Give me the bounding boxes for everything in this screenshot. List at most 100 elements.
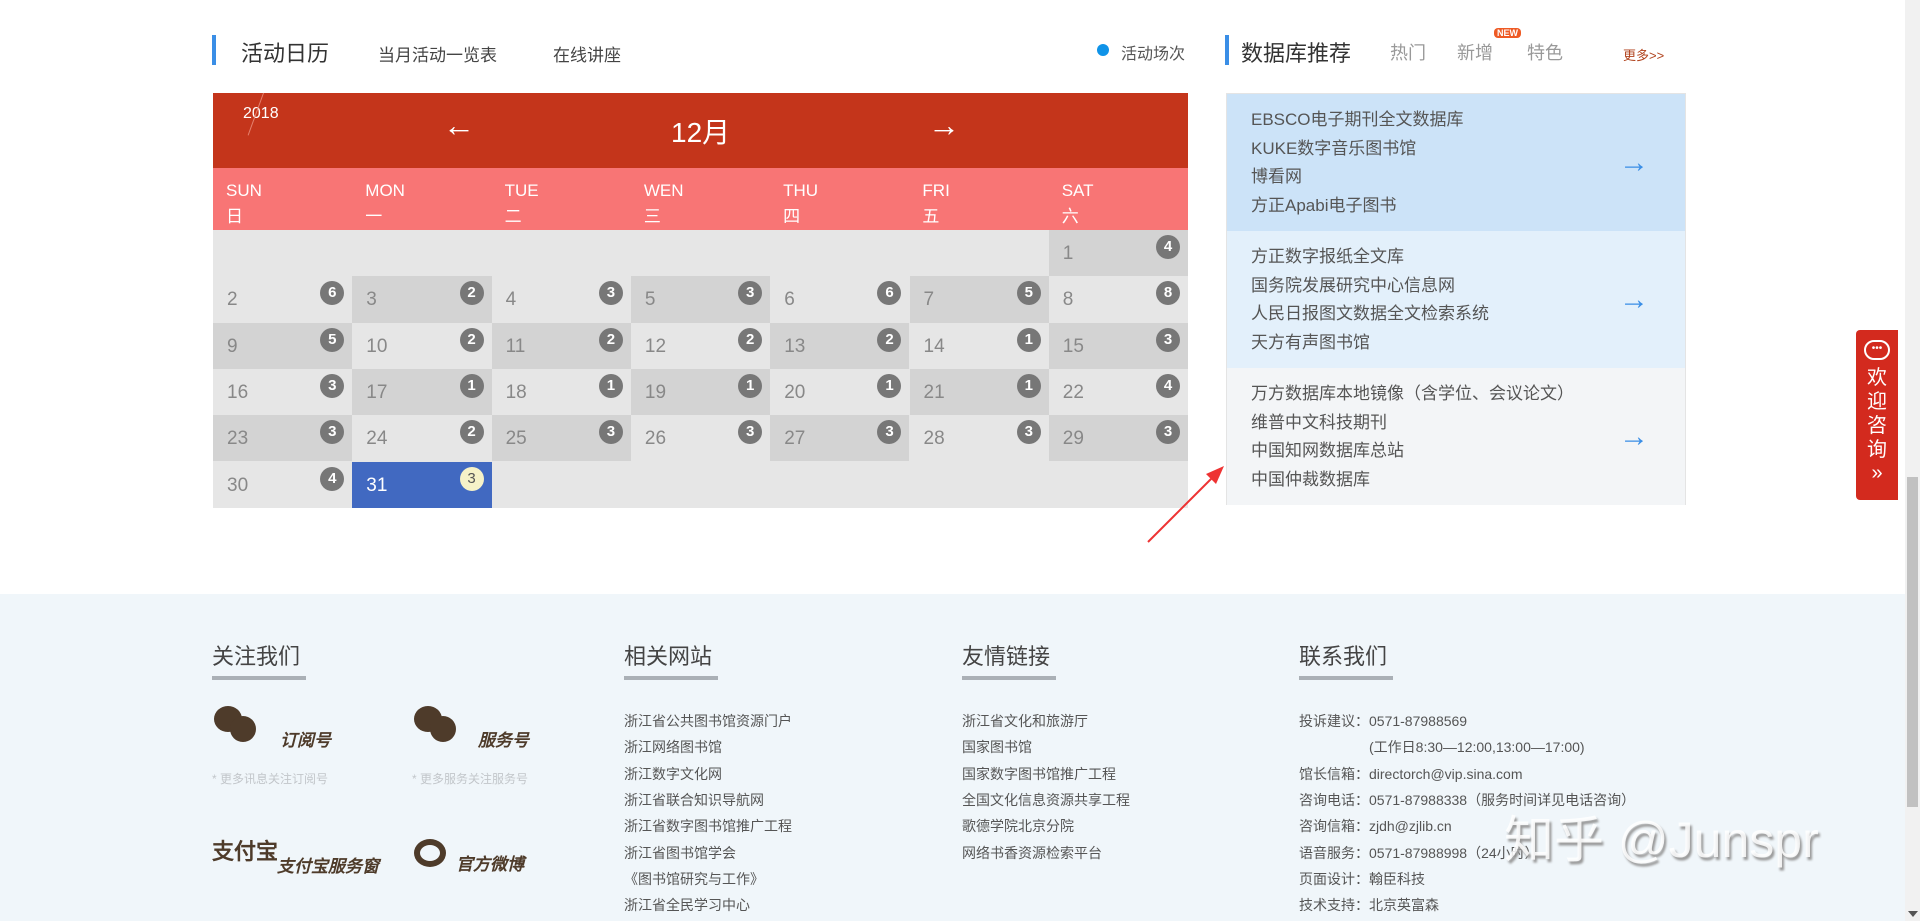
calendar-day[interactable]: 19 1 xyxy=(630,368,771,416)
calendar-day[interactable]: 75 xyxy=(909,276,1049,323)
arrow-right-icon[interactable]: → xyxy=(1619,420,1649,454)
tab-online-lectures[interactable]: 在线讲座 xyxy=(553,41,621,66)
weekday-en: FRI xyxy=(922,181,950,200)
calendar-day[interactable]: 14 xyxy=(1048,230,1189,277)
footer-link[interactable]: 浙江数字文化网 xyxy=(624,761,722,787)
calendar-day[interactable]: 32 xyxy=(352,276,492,323)
event-count-badge: 2 xyxy=(738,327,763,352)
day-number: 13 xyxy=(784,335,806,357)
calendar-year: 2018 xyxy=(243,105,279,122)
footer-link[interactable]: 浙江省联合知识导航网 xyxy=(624,787,764,813)
calendar-day[interactable]: 20 1 xyxy=(770,369,909,415)
calendar-day[interactable]: 30 4 xyxy=(213,462,352,508)
prev-month-button[interactable]: ← xyxy=(443,107,475,144)
event-count-badge: 3 xyxy=(459,466,484,491)
scrollbar[interactable] xyxy=(1905,0,1920,921)
footer-link[interactable]: 浙江网络图书馆 xyxy=(624,734,722,760)
scrollbar-thumb[interactable] xyxy=(1907,477,1918,807)
contact-row: 页面设计：翰臣科技 xyxy=(1299,870,1425,887)
arrow-right-icon[interactable]: → xyxy=(1619,283,1649,317)
wechat-icon[interactable] xyxy=(214,706,260,746)
calendar-day[interactable]: 11 2 xyxy=(491,322,631,369)
database-link[interactable]: 方正数字报纸全文库 xyxy=(1251,243,1685,272)
day-number: 4 xyxy=(505,289,517,311)
database-link[interactable]: EBSCO电子期刊全文数据库 xyxy=(1251,106,1685,135)
calendar-day[interactable]: 26 xyxy=(213,276,352,322)
footer-link[interactable]: 浙江省文化和旅游厅 xyxy=(962,708,1088,734)
footer-link[interactable]: 浙江省数字图书馆推广工程 xyxy=(624,813,792,839)
weekday-header: FRI 五 xyxy=(909,168,1048,230)
calendar-day[interactable]: 13 2 xyxy=(770,322,910,369)
calendar-day[interactable]: 23 3 xyxy=(213,415,353,462)
database-link[interactable]: 中国仲裁数据库 xyxy=(1251,466,1685,495)
footer-link[interactable]: 国家图书馆 xyxy=(962,734,1032,760)
calendar-day[interactable]: 12 2 xyxy=(631,323,770,369)
footer-link[interactable]: 歌德学院北京分院 xyxy=(962,813,1074,839)
title-underline xyxy=(212,676,306,680)
title-underline xyxy=(962,676,1056,680)
calendar-day[interactable]: 31 3 xyxy=(352,461,492,508)
day-number: 2 xyxy=(227,289,238,311)
footer-link[interactable]: 浙江省图书馆学会 xyxy=(624,840,736,866)
contact-row: 馆长信箱：directorch@vip.sina.com xyxy=(1299,765,1523,782)
calendar-day[interactable]: 88 xyxy=(1049,276,1188,322)
calendar-day[interactable]: 18 1 xyxy=(492,369,631,415)
wechat-icon[interactable] xyxy=(414,706,460,746)
calendar-day[interactable]: 15 3 xyxy=(1048,322,1189,369)
weekday-zh: 日 xyxy=(226,207,243,226)
calendar-day[interactable]: 17 1 xyxy=(352,368,492,416)
consult-label: 欢迎咨询 xyxy=(1867,367,1887,461)
event-count-badge: 1 xyxy=(877,373,902,398)
tab-new[interactable]: 新增 xyxy=(1457,39,1493,65)
footer-link[interactable]: 国家数字图书馆推广工程 xyxy=(962,761,1116,787)
service-account-link[interactable]: 服务号 xyxy=(478,726,529,751)
event-count-badge: 1 xyxy=(1016,327,1041,352)
calendar-day[interactable]: 53 xyxy=(630,276,771,323)
calendar-day[interactable]: 27 3 xyxy=(770,415,910,462)
subscribe-account-link[interactable]: 订阅号 xyxy=(280,726,331,751)
event-count-badge: 3 xyxy=(598,420,623,445)
calendar-day[interactable]: 95 xyxy=(213,322,353,369)
weibo-icon[interactable] xyxy=(414,839,446,867)
alipay-link[interactable]: 支付宝服务窗 xyxy=(277,852,379,877)
database-link[interactable]: 方正Apabi电子图书 xyxy=(1251,192,1685,221)
tab-monthly-activities[interactable]: 当月活动一览表 xyxy=(378,41,497,66)
footer-link[interactable]: 全国文化信息资源共享工程 xyxy=(962,787,1130,813)
database-link[interactable]: 万方数据库本地镜像（含学位、会议论文） xyxy=(1251,380,1685,409)
arrow-right-icon[interactable]: → xyxy=(1619,146,1649,180)
calendar-day[interactable]: 21 1 xyxy=(909,368,1049,416)
calendar-day[interactable]: 22 4 xyxy=(1049,369,1188,415)
consult-widget[interactable]: ••• 欢迎咨询 » xyxy=(1856,330,1898,500)
alipay-logo: 支付宝 xyxy=(212,839,279,864)
day-number: 14 xyxy=(923,335,945,357)
calendar-day[interactable]: 28 3 xyxy=(910,415,1049,461)
calendar-day[interactable]: 26 3 xyxy=(631,415,770,461)
event-count-badge: 5 xyxy=(320,327,345,352)
weekday-header: MON 一 xyxy=(352,168,491,230)
calendar-day[interactable]: 16 3 xyxy=(213,369,352,415)
event-count-badge: 3 xyxy=(320,373,345,398)
scroll-down-icon[interactable] xyxy=(1908,911,1918,917)
calendar-day[interactable]: 43 xyxy=(492,276,631,322)
footer-link[interactable]: 网络书香资源检索平台 xyxy=(962,840,1102,866)
weibo-link[interactable]: 官方微博 xyxy=(456,850,524,875)
event-count-badge: 2 xyxy=(877,327,902,352)
day-number: 23 xyxy=(227,428,249,450)
service-hint: * 更多服务关注服务号 xyxy=(412,772,529,786)
calendar-day[interactable]: 29 3 xyxy=(1048,415,1189,462)
calendar-day[interactable]: 25 3 xyxy=(491,415,631,462)
calendar-day[interactable]: 24 2 xyxy=(352,415,491,461)
footer-link[interactable]: 《图书馆研究与工作》 xyxy=(624,866,764,892)
footer-link[interactable]: 浙江省全民学习中心 xyxy=(624,892,750,918)
tab-hot[interactable]: 热门 xyxy=(1390,39,1426,65)
calendar-day[interactable]: 14 1 xyxy=(910,323,1049,369)
calendar-day[interactable]: 10 2 xyxy=(352,323,491,369)
day-number: 9 xyxy=(227,335,238,357)
footer-link[interactable]: 浙江省公共图书馆资源门户 xyxy=(624,708,792,734)
tab-featured[interactable]: 特色 xyxy=(1527,39,1563,65)
event-count-badge: 2 xyxy=(459,420,484,445)
calendar-day[interactable]: 66 xyxy=(770,276,909,322)
next-month-button[interactable]: → xyxy=(928,107,960,144)
more-link[interactable]: 更多>> xyxy=(1623,45,1664,64)
database-link[interactable]: 天方有声图书馆 xyxy=(1251,329,1685,358)
